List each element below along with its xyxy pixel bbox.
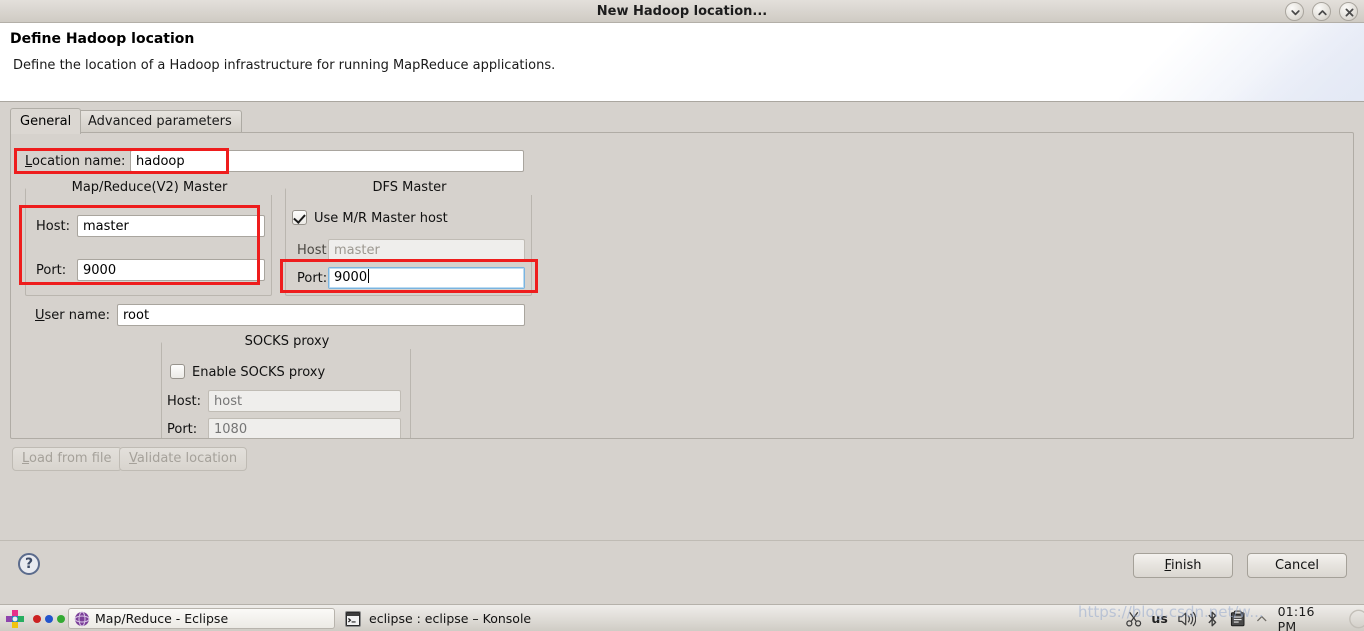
socks-port-input <box>208 418 401 438</box>
mapreduce-port-label: Port: <box>36 263 67 278</box>
header-decoration-secondary-icon <box>1204 23 1364 101</box>
mapreduce-host-input[interactable] <box>77 215 265 237</box>
location-name-input[interactable] <box>130 150 524 172</box>
cancel-button[interactable]: Cancel <box>1247 553 1347 578</box>
tray-corner-icon <box>1348 609 1364 628</box>
page-description: Define the location of a Hadoop infrastr… <box>13 58 556 73</box>
pager-dots-icon[interactable] <box>32 614 68 624</box>
system-tray: us 01:16 PM <box>1125 603 1364 631</box>
kde-launcher-icon[interactable] <box>5 609 25 629</box>
help-icon[interactable]: ? <box>18 553 40 575</box>
validate-location-button[interactable]: Validate location <box>119 447 248 471</box>
tab-strip: General Advanced parameters <box>0 104 1364 134</box>
dfs-port-value: 9000 <box>334 270 368 285</box>
dfs-master-group-title: DFS Master <box>286 180 533 195</box>
finish-label: inish <box>1171 558 1202 573</box>
mapreduce-port-input[interactable] <box>77 259 265 281</box>
general-tab-panel: Location name: Map/Reduce(V2) Master Hos… <box>10 132 1354 439</box>
window-controls <box>1285 2 1358 21</box>
clock: 01:16 PM <box>1277 603 1315 631</box>
user-name-input[interactable] <box>117 304 525 326</box>
wizard-header: Define Hadoop location Define the locati… <box>0 23 1364 102</box>
taskbar: Map/Reduce - Eclipse eclipse : eclipse –… <box>0 604 1364 631</box>
dfs-port-label: Port: <box>297 271 328 286</box>
location-name-label: Location name: <box>25 154 125 169</box>
socks-port-label: Port: <box>167 422 198 437</box>
maximize-button[interactable] <box>1312 2 1331 21</box>
socks-host-input <box>208 390 401 412</box>
mapreduce-master-group-title: Map/Reduce(V2) Master <box>26 180 273 195</box>
user-name-label-text: ser name: <box>44 308 111 323</box>
text-cursor <box>368 269 370 283</box>
close-icon <box>1345 8 1354 17</box>
load-from-file-label: oad from file <box>29 451 112 466</box>
location-name-label-text: ocation name: <box>32 154 126 169</box>
eclipse-globe-icon <box>74 611 90 627</box>
scissors-icon[interactable] <box>1125 610 1142 628</box>
dfs-port-input[interactable]: 9000 <box>328 267 525 289</box>
enable-socks-proxy-label: Enable SOCKS proxy <box>192 365 326 380</box>
socks-host-label: Host: <box>167 394 201 409</box>
chevron-up-icon <box>1318 10 1327 16</box>
keyboard-layout-indicator[interactable]: us <box>1151 611 1167 626</box>
load-from-file-mnemonic: L <box>22 451 30 466</box>
tab-general[interactable]: General <box>10 108 82 134</box>
tab-advanced-parameters[interactable]: Advanced parameters <box>78 110 242 134</box>
location-name-mnemonic: L <box>25 154 33 169</box>
use-mr-master-host-label: Use M/R Master host <box>314 211 448 226</box>
volume-icon[interactable] <box>1177 610 1197 628</box>
tab-advanced-parameters-label: Advanced parameters <box>88 114 232 129</box>
taskbar-window-eclipse[interactable]: Map/Reduce - Eclipse <box>68 608 335 629</box>
klipper-icon[interactable] <box>1229 610 1246 628</box>
use-mr-master-host-checkbox[interactable] <box>292 210 307 225</box>
dfs-host-input <box>328 239 525 261</box>
footer-separator <box>0 540 1364 541</box>
mapreduce-host-label: Host: <box>36 219 70 234</box>
chevron-down-icon <box>1291 10 1300 16</box>
window-title: New Hadoop location... <box>596 4 768 19</box>
konsole-terminal-icon <box>345 611 361 627</box>
dialog-window: New Hadoop location... Define Hadoop loc… <box>0 0 1364 631</box>
user-name-label: User name: <box>35 308 110 323</box>
load-from-file-button[interactable]: Load from file <box>12 447 122 471</box>
validate-location-label: alidate location <box>136 451 238 466</box>
socks-proxy-group-title: SOCKS proxy <box>162 334 412 349</box>
show-hidden-icon[interactable] <box>1255 610 1269 628</box>
enable-socks-proxy-checkbox[interactable] <box>170 364 185 379</box>
cancel-label: Cancel <box>1274 558 1320 573</box>
taskbar-window-konsole-label: eclipse : eclipse – Konsole <box>369 611 532 626</box>
bluetooth-icon[interactable] <box>1205 610 1220 628</box>
user-name-mnemonic: U <box>35 308 45 323</box>
tab-general-label: General <box>20 114 72 129</box>
taskbar-window-konsole[interactable]: eclipse : eclipse – Konsole <box>345 608 531 629</box>
title-bar: New Hadoop location... <box>0 0 1364 23</box>
validate-location-mnemonic: V <box>129 451 137 466</box>
close-button[interactable] <box>1339 2 1358 21</box>
page-title: Define Hadoop location <box>10 31 195 47</box>
finish-button[interactable]: Finish <box>1133 553 1233 578</box>
minimize-button[interactable] <box>1285 2 1304 21</box>
dfs-host-label: Host: <box>297 243 331 258</box>
taskbar-window-eclipse-label: Map/Reduce - Eclipse <box>95 611 229 626</box>
